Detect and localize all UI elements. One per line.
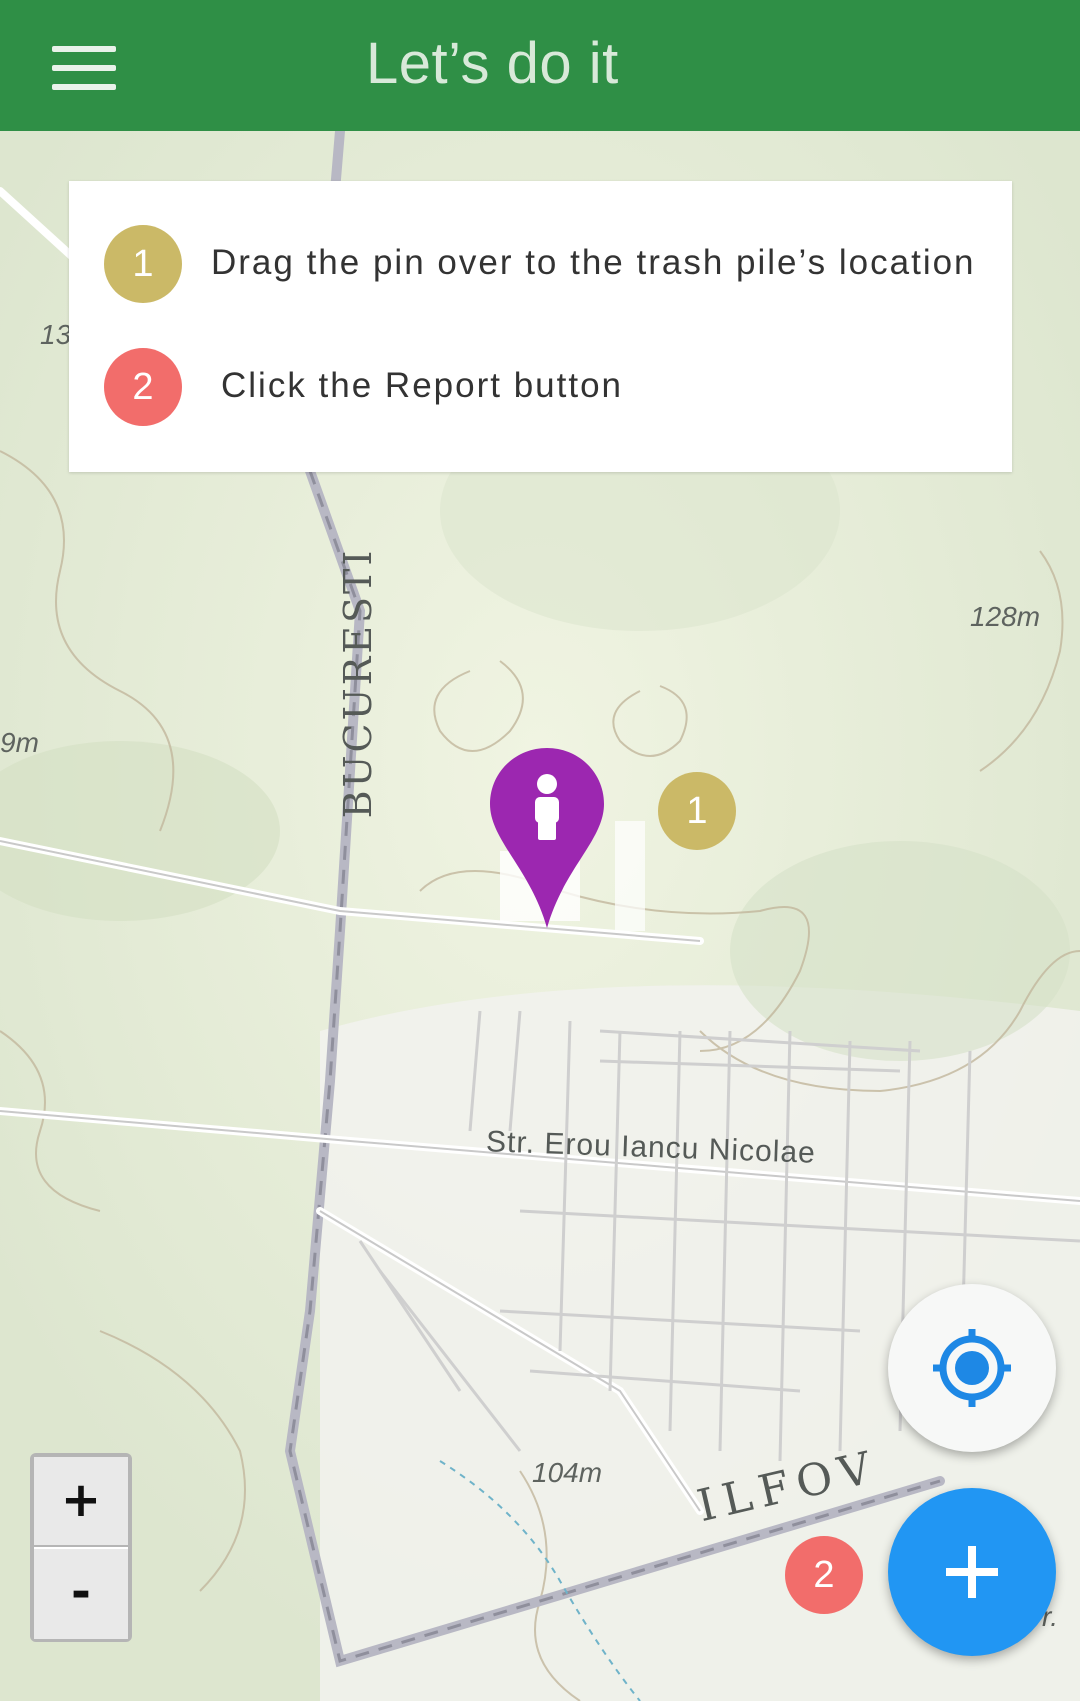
map-label-bucuresti: BUCURESTI: [336, 547, 380, 819]
instruction-step-1: 1 Drag the pin over to the trash pile’s …: [104, 225, 984, 305]
zoom-in-button[interactable]: +: [34, 1457, 128, 1547]
zoom-control: + -: [30, 1453, 132, 1642]
hamburger-menu-icon[interactable]: [44, 40, 124, 96]
zoom-out-button[interactable]: -: [34, 1549, 128, 1639]
app-bar: Let’s do it: [0, 0, 1080, 131]
map-elevation-9: 9m: [0, 727, 39, 758]
step-2-text: Click the Report button: [221, 366, 624, 405]
map-elevation-104: 104m: [532, 1457, 603, 1488]
report-add-button[interactable]: [888, 1488, 1056, 1656]
app-title: Let’s do it: [366, 31, 619, 96]
step-1-text: Drag the pin over to the trash pile’s lo…: [211, 243, 976, 282]
step-2-badge: 2: [104, 348, 182, 426]
instruction-step-2: 2 Click the Report button: [104, 348, 984, 428]
gps-locate-icon: [933, 1329, 1011, 1407]
plus-icon: [946, 1546, 998, 1598]
pin-step-badge: 1: [658, 772, 736, 850]
map-elevation-128: 128m: [970, 601, 1041, 632]
instructions-card: 1 Drag the pin over to the trash pile’s …: [69, 181, 1012, 472]
step-1-badge: 1: [104, 225, 182, 303]
map-elevation-13: 13: [40, 319, 72, 350]
report-step-badge: 2: [785, 1536, 863, 1614]
person-pin-icon[interactable]: [490, 748, 604, 928]
locate-me-button[interactable]: [888, 1284, 1056, 1452]
